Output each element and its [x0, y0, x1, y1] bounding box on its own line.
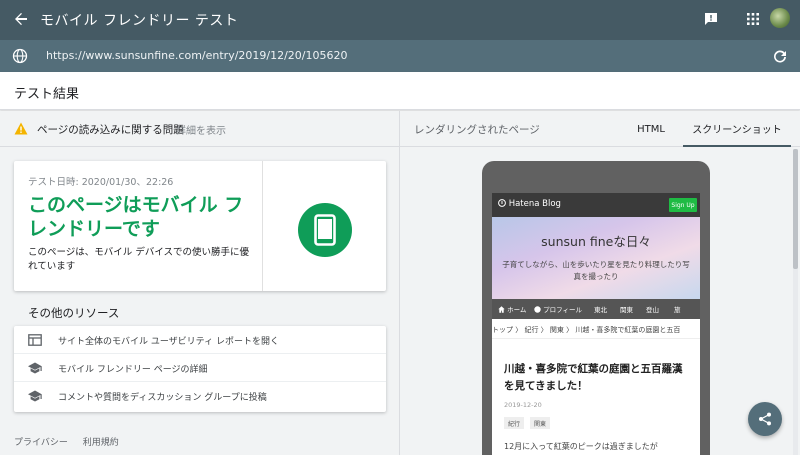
nav-tozan: 登山	[646, 306, 659, 314]
nav-home: ホーム	[498, 304, 526, 314]
verdict-description: このページは、モバイル デバイスでの使い勝手に優れています	[28, 247, 250, 272]
blog-subtitle: 子育てしながら、山を歩いたり星を見たり料理したり写真を撮ったり	[502, 260, 690, 281]
nav-kanto: 関東	[620, 306, 633, 314]
resource-mobile-friendly-details[interactable]: モバイル フレンドリー ページの詳細	[14, 354, 386, 382]
resource-label: サイト全体のモバイル ユーザビリティ レポートを開く	[58, 337, 280, 347]
share-icon	[759, 412, 771, 426]
issue-text: ページの読み込みに関する問題	[37, 124, 184, 136]
profile-icon	[534, 306, 541, 313]
blog-title: sunsun fineな日々	[541, 234, 651, 249]
tab-screenshot[interactable]: スクリーンショット	[683, 111, 791, 147]
resource-label: コメントや質問をディスカッション グループに投稿	[58, 393, 267, 403]
verdict-heading: このページはモバイル フレンドリーです	[28, 194, 244, 240]
blog-nav: ホーム プロフィール 東北 関東 登山 旅	[492, 299, 700, 319]
footer-links: プライバシー 利用規約	[14, 435, 131, 448]
article-tag: 関東	[530, 417, 551, 429]
resource-usability-report[interactable]: サイト全体のモバイル ユーザビリティ レポートを開く	[14, 326, 386, 354]
title-row: モバイル フレンドリー テスト	[0, 0, 800, 38]
article-title: 川越・喜多院で紅葉の庭園と五百羅漢を見てきました！	[504, 363, 683, 392]
hatena-blog-logo: Hatena Blog	[498, 199, 561, 209]
resource-discussion-group[interactable]: コメントや質問をディスカッション グループに投稿	[14, 382, 386, 410]
right-panel: レンダリングされたページ HTML スクリーンショット Hatena Blog …	[400, 111, 800, 455]
school-icon	[28, 362, 42, 374]
page-loading-issue[interactable]: ページの読み込みに関する問題 詳細を表示	[0, 111, 400, 147]
results-header: テスト結果	[0, 72, 800, 110]
preview-scrollbar[interactable]	[793, 149, 798, 455]
article-tag: 紀行	[504, 417, 525, 429]
smartphone-icon	[314, 214, 336, 246]
hatena-logo-icon	[498, 199, 506, 207]
tab-html[interactable]: HTML	[626, 111, 676, 147]
phone-preview-frame: Hatena Blog Sign Up sunsun fineな日々 子育てしな…	[482, 161, 710, 455]
feedback-icon	[705, 13, 717, 25]
rendered-page-label: レンダリングされたページ	[414, 124, 540, 136]
signup-button: Sign Up	[669, 198, 697, 212]
hatena-logo-text: Hatena Blog	[508, 199, 561, 209]
hatena-blog-bar: Hatena Blog Sign Up	[492, 193, 700, 217]
left-panel: ページの読み込みに関する問題 詳細を表示 テスト日時: 2020/01/30、2…	[0, 111, 400, 455]
feedback-button[interactable]	[700, 8, 722, 30]
arrow-back-icon	[15, 13, 27, 25]
article-date: 2019-12-20	[504, 401, 542, 409]
home-icon	[498, 306, 505, 313]
result-card: テスト日時: 2020/01/30、22:26 このページはモバイル フレンドリ…	[14, 161, 386, 291]
refresh-icon[interactable]	[772, 48, 788, 64]
article-body: 12月に入って紅葉のピークは過ぎましたが	[504, 442, 658, 451]
nav-profile: プロフィール	[534, 304, 582, 314]
app-bar: モバイル フレンドリー テスト https://www.sunsunfine.c…	[0, 0, 800, 72]
account-avatar[interactable]	[770, 8, 790, 28]
apps-button[interactable]	[742, 8, 764, 30]
share-button[interactable]	[748, 402, 782, 436]
report-icon	[28, 334, 42, 346]
mobile-friendly-badge	[298, 203, 352, 257]
card-divider	[262, 161, 263, 291]
school-icon	[28, 390, 42, 402]
blog-header-image: sunsun fineな日々 子育てしながら、山を歩いたり星を見たり料理したり写…	[492, 217, 700, 299]
rendered-screenshot[interactable]: Hatena Blog Sign Up sunsun fineな日々 子育てしな…	[492, 193, 700, 455]
show-details-link[interactable]: 詳細を表示	[176, 122, 226, 137]
resources-list: サイト全体のモバイル ユーザビリティ レポートを開く モバイル フレンドリー ペ…	[14, 326, 386, 412]
results-title: テスト結果	[14, 87, 80, 102]
privacy-link[interactable]: プライバシー	[14, 438, 68, 448]
terms-link[interactable]: 利用規約	[83, 438, 119, 448]
nav-travel: 旅	[674, 306, 681, 314]
scrollbar-thumb[interactable]	[793, 149, 798, 269]
app-title: モバイル フレンドリー テスト	[40, 13, 239, 29]
url-bar: https://www.sunsunfine.com/entry/2019/12…	[0, 40, 800, 72]
globe-icon	[12, 48, 28, 64]
test-date: テスト日時: 2020/01/30、22:26	[28, 177, 174, 188]
warning-icon	[14, 122, 28, 135]
apps-grid-icon	[747, 13, 759, 25]
resources-title: その他のリソース	[28, 306, 120, 320]
tested-url[interactable]: https://www.sunsunfine.com/entry/2019/12…	[46, 49, 348, 62]
blog-breadcrumb: トップ 〉 紀行 〉 関東 〉 川越・喜多院で紅葉の庭園と五百	[492, 325, 700, 339]
back-button[interactable]	[8, 6, 34, 32]
resource-label: モバイル フレンドリー ページの詳細	[58, 365, 208, 375]
rendered-page-header: レンダリングされたページ HTML スクリーンショット	[400, 111, 800, 147]
nav-tohoku: 東北	[594, 306, 607, 314]
